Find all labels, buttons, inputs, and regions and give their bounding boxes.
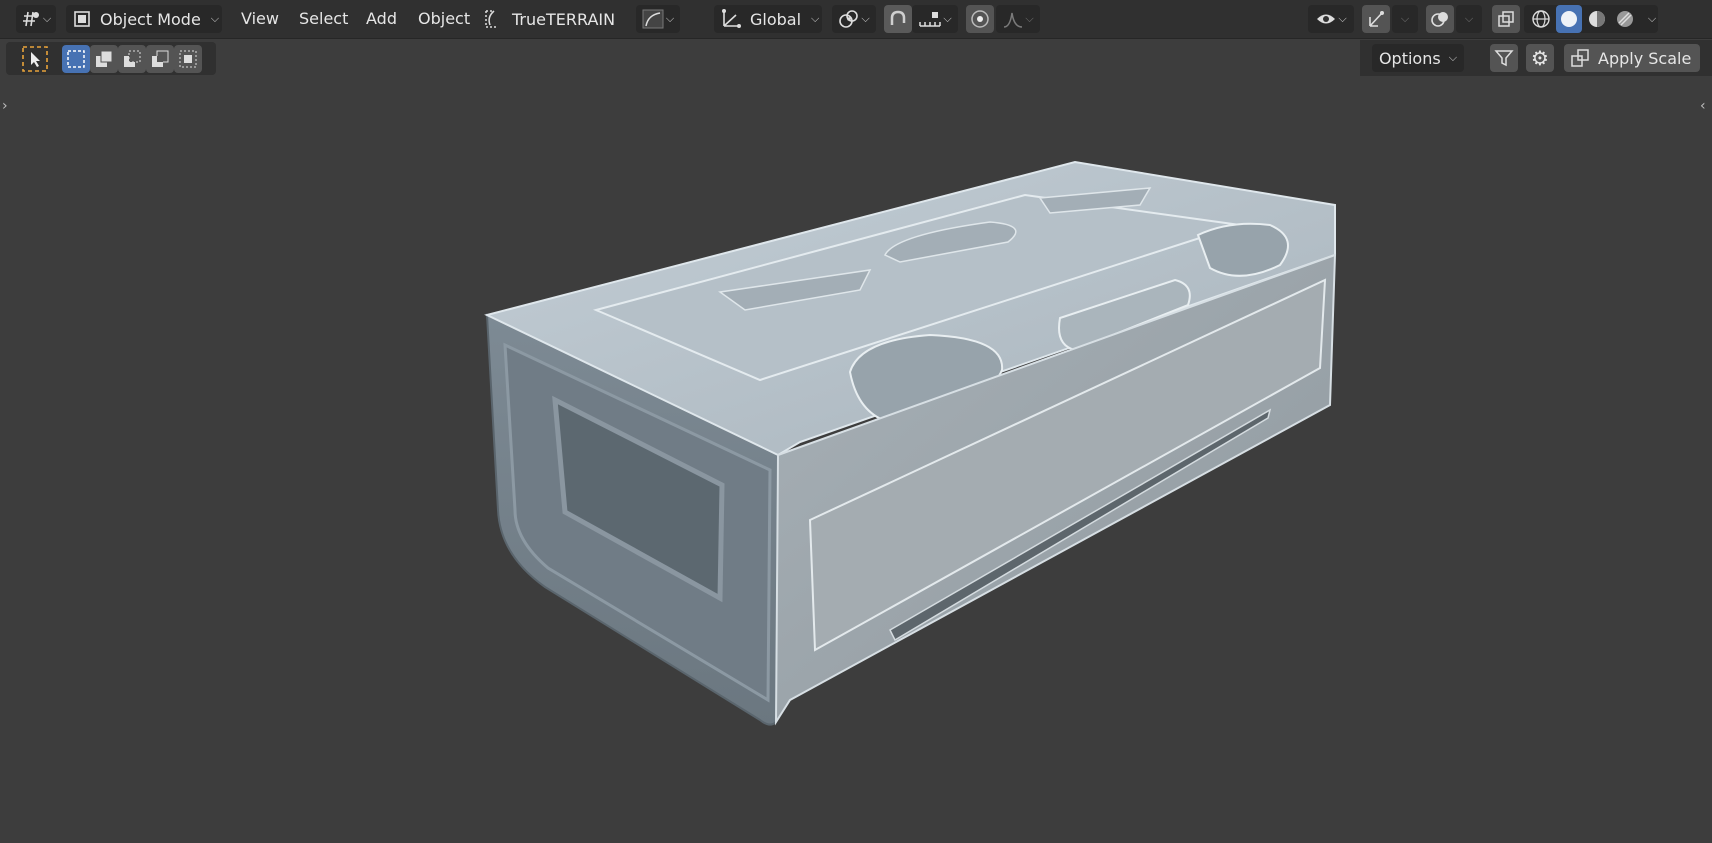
shading-solid-button[interactable]	[1556, 5, 1582, 33]
toolbar-expand-arrow-icon[interactable]: ›	[2, 98, 8, 114]
wireframe-icon	[1531, 9, 1551, 29]
sidebar-expand-arrow-icon[interactable]: ‹	[1700, 98, 1706, 114]
proportional-editing-toggle[interactable]	[966, 5, 994, 33]
solid-sphere-icon	[1559, 9, 1579, 29]
apply-scale-label: Apply Scale	[1598, 48, 1692, 68]
editor-type-icon	[21, 10, 41, 28]
chevron-down-icon: ⌵	[1647, 12, 1657, 25]
menu-view[interactable]: View	[241, 9, 279, 29]
select-mode-extend-button[interactable]	[90, 45, 118, 73]
editor-type-selector[interactable]: ⌵	[16, 5, 56, 33]
falloff-curve-icon	[1002, 9, 1024, 29]
menu-object[interactable]: Object	[418, 9, 470, 29]
snap-target-selector[interactable]: ⌵	[912, 5, 958, 33]
chevron-down-icon: ⌵	[1338, 12, 1347, 25]
true-terrain-menu[interactable]: TrueTERRAIN	[482, 5, 628, 33]
select-intersect-icon	[178, 49, 198, 69]
true-terrain-options[interactable]: ⌵	[636, 5, 680, 33]
material-sphere-icon	[1587, 9, 1607, 29]
snap-magnet-icon	[888, 9, 908, 29]
visibility-eye-icon	[1315, 9, 1337, 29]
overlay-toggle[interactable]	[1426, 5, 1454, 33]
select-mode-subtract-button[interactable]	[118, 45, 146, 73]
shading-options[interactable]: ⌵	[1640, 5, 1664, 33]
chevron-down-icon: ⌵	[943, 12, 952, 25]
true-terrain-icon	[482, 9, 500, 29]
visibility-selector[interactable]: ⌵	[1308, 5, 1354, 33]
chevron-down-icon: ⌵	[861, 12, 870, 25]
xray-icon	[1496, 9, 1516, 29]
viewport-header: ⌵ Object Mode ⌵ View Select Add Object T…	[0, 0, 1712, 39]
select-cursor-icon	[22, 46, 48, 72]
select-mode-new-button[interactable]	[62, 45, 90, 73]
menu-add[interactable]: Add	[366, 9, 397, 29]
true-terrain-label: TrueTERRAIN	[512, 9, 616, 29]
options-dropdown[interactable]: Options ⌵	[1372, 44, 1464, 72]
select-tool-button[interactable]	[21, 45, 49, 73]
chevron-down-icon: ⌵	[210, 12, 220, 25]
pivot-point-selector[interactable]: ⌵	[832, 5, 876, 33]
xray-toggle[interactable]	[1492, 5, 1520, 33]
transform-orientation-selector[interactable]: Global ⌵	[714, 5, 822, 33]
gizmo-icon	[1366, 9, 1386, 29]
snap-increment-icon	[918, 9, 942, 29]
chevron-down-icon: ⌵	[42, 12, 52, 25]
mode-label: Object Mode	[100, 9, 201, 29]
options-label: Options	[1378, 48, 1441, 68]
sci-fi-crate-model[interactable]	[0, 0, 1712, 843]
overlay-icon	[1430, 9, 1450, 29]
shading-material-button[interactable]	[1584, 5, 1610, 33]
select-new-icon	[66, 49, 86, 69]
overlay-options[interactable]: ⌵	[1456, 5, 1482, 33]
object-mode-icon	[72, 9, 92, 29]
shading-wireframe-button[interactable]	[1528, 5, 1554, 33]
pivot-point-icon	[838, 9, 860, 29]
gear-icon: ⚙	[1531, 46, 1549, 70]
chevron-down-icon: ⌵	[1448, 51, 1458, 64]
chevron-down-icon: ⌵	[1464, 12, 1474, 25]
curve-icon	[642, 9, 664, 29]
settings-button[interactable]: ⚙	[1526, 44, 1554, 72]
chevron-down-icon: ⌵	[811, 12, 820, 25]
gizmo-toggle[interactable]	[1362, 5, 1390, 33]
mode-selector[interactable]: Object Mode ⌵	[66, 5, 222, 33]
select-invert-icon	[150, 49, 170, 69]
proportional-falloff-selector[interactable]: ⌵	[996, 5, 1040, 33]
3d-viewport[interactable]: › ‹	[0, 0, 1712, 843]
select-subtract-icon	[122, 49, 142, 69]
shading-rendered-button[interactable]	[1612, 5, 1638, 33]
gizmo-options[interactable]: ⌵	[1392, 5, 1418, 33]
rendered-sphere-icon	[1615, 9, 1635, 29]
chevron-down-icon: ⌵	[665, 12, 675, 25]
proportional-editing-icon	[970, 9, 990, 29]
apply-scale-button[interactable]: Apply Scale	[1564, 44, 1700, 72]
snap-toggle[interactable]	[884, 5, 912, 33]
apply-scale-icon	[1570, 48, 1590, 68]
orientation-label: Global	[750, 9, 802, 29]
filter-icon	[1494, 48, 1514, 68]
chevron-down-icon: ⌵	[1025, 12, 1034, 25]
select-mode-intersect-button[interactable]	[174, 45, 202, 73]
select-mode-invert-button[interactable]	[146, 45, 174, 73]
orientation-axes-icon	[720, 8, 742, 30]
menu-select[interactable]: Select	[299, 9, 348, 29]
select-extend-icon	[94, 49, 114, 69]
chevron-down-icon: ⌵	[1400, 12, 1410, 25]
filter-button[interactable]	[1490, 44, 1518, 72]
